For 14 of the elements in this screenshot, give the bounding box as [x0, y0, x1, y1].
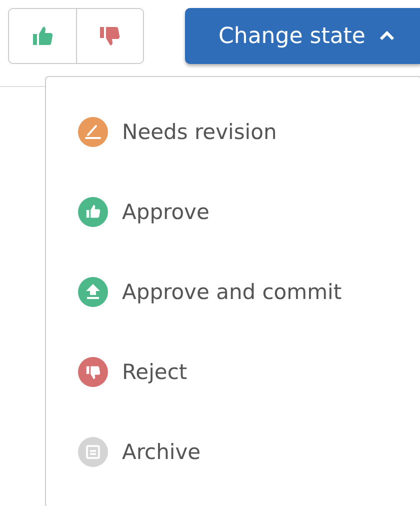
- menu-item[interactable]: Approve: [122, 200, 210, 224]
- menu-item[interactable]: Approve and commit: [122, 280, 342, 304]
- menu-item[interactable]: Needs revision: [122, 120, 277, 144]
- change-state-button[interactable]: Change state: [185, 8, 420, 64]
- revision-icon: [78, 117, 108, 147]
- menu-item[interactable]: Reject: [122, 360, 188, 384]
- menu-item[interactable]: Archive: [122, 440, 201, 464]
- approve-icon: [78, 197, 108, 227]
- thumbs-up-icon: [30, 24, 54, 48]
- archive-icon: [78, 437, 108, 467]
- reject-icon: [78, 357, 108, 387]
- commit-icon: [78, 277, 108, 307]
- caret-icon: [379, 31, 396, 41]
- thumbs-down-icon: [98, 24, 122, 48]
